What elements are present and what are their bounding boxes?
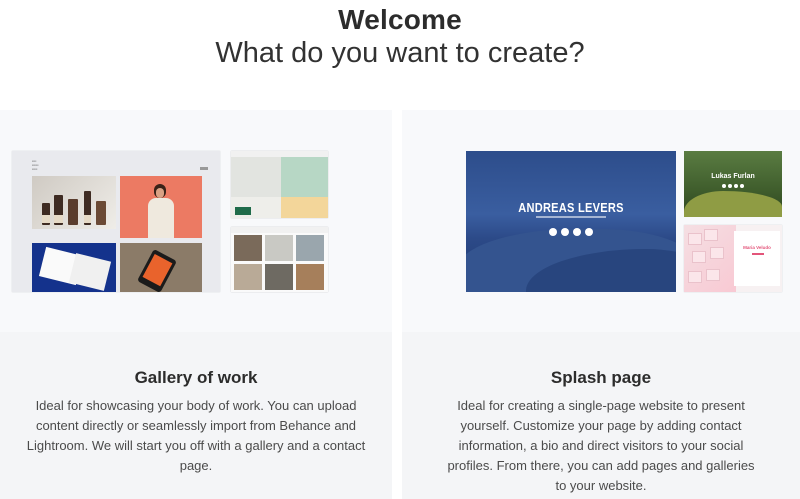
gallery-brand-text: ▪▪▪▪ ▪▪▪▪▪▪ ▪▪▪▪▪ xyxy=(32,159,39,171)
splash-side-thumbnail-top: Lukas Furlan xyxy=(684,151,782,217)
splash-side-name-2: Maria Veludo xyxy=(743,245,771,250)
magazine-image xyxy=(32,243,116,292)
gallery-nav-mark xyxy=(200,167,208,170)
splash-info: Splash page Ideal for creating a single-… xyxy=(402,332,800,499)
bottles-image xyxy=(32,176,116,229)
page-header: Welcome What do you want to create? xyxy=(0,0,800,80)
splash-hero-tagline xyxy=(536,216,606,218)
portrait-image xyxy=(120,176,202,238)
splash-page-title: Splash page xyxy=(550,368,652,387)
gallery-of-work-description: Ideal for showcasing your body of work. … xyxy=(26,398,366,473)
gallery-side-thumbnail-top xyxy=(231,151,328,218)
gallery-template-thumbnail: ▪▪▪▪ ▪▪▪▪▪▪ ▪▪▪▪▪ xyxy=(12,151,220,292)
splash-template-thumbnail: ANDREAS LEVERS xyxy=(466,151,676,292)
splash-preview: ANDREAS LEVERS Lukas Furlan Maria Veludo xyxy=(402,110,800,332)
splash-page-description: Ideal for creating a single-page website… xyxy=(447,398,755,493)
gallery-side-thumbnail-bottom xyxy=(231,227,328,292)
gallery-of-work-title: Gallery of work xyxy=(134,368,258,387)
splash-side-thumbnail-bottom: Maria Veludo xyxy=(684,225,782,292)
page-subtitle: What do you want to create? xyxy=(215,37,585,69)
splash-page-card[interactable]: ANDREAS LEVERS Lukas Furlan Maria Veludo xyxy=(402,110,800,499)
gallery-info: Gallery of work Ideal for showcasing you… xyxy=(0,332,392,499)
gallery-of-work-card[interactable]: ▪▪▪▪ ▪▪▪▪▪▪ ▪▪▪▪▪ Gallery of work Ideal … xyxy=(0,110,392,499)
splash-side-name-1: Lukas Furlan xyxy=(711,173,755,180)
phone-image xyxy=(120,243,202,292)
gallery-preview: ▪▪▪▪ ▪▪▪▪▪▪ ▪▪▪▪▪ xyxy=(0,110,392,332)
splash-social-icons xyxy=(466,228,676,236)
page-title: Welcome xyxy=(338,4,462,35)
splash-hero-name: ANDREAS LEVERS xyxy=(518,200,624,215)
